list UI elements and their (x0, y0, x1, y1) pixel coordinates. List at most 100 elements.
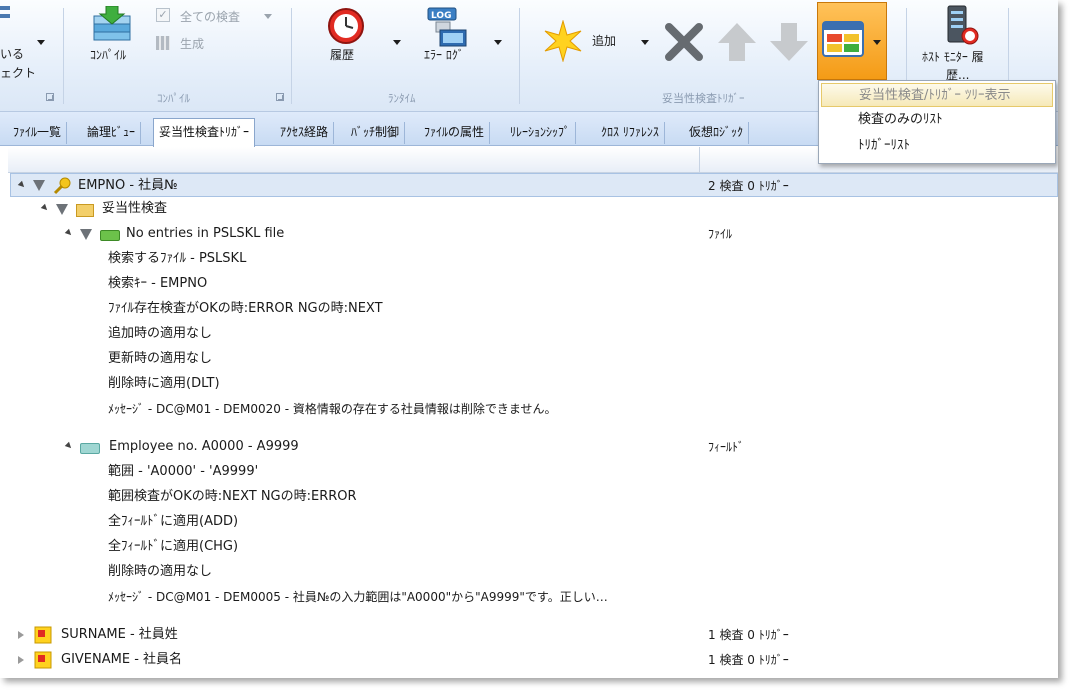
partial-icon (0, 6, 10, 30)
tree-type: ﾌｧｲﾙ (708, 227, 733, 241)
tree-label: Employee no. A0000 - A9999 (109, 439, 299, 454)
check-all-toggle[interactable]: ✓ 全ての検査 (156, 8, 276, 26)
teal-check-icon (80, 443, 100, 454)
group-launcher-icon[interactable] (46, 93, 54, 101)
menu-item-tree-view[interactable]: 妥当性検査/ﾄﾘｶﾞｰ ﾂﾘｰ表示 (821, 83, 1053, 107)
group-label-validation: 妥当性検査ﾄﾘｶﾞｰ (662, 92, 745, 105)
group-label-compile: ｺﾝﾊﾟｲﾙ (157, 92, 190, 105)
tree-summary: 1 検査 0 ﾄﾘｶﾞｰ (708, 653, 789, 667)
clock-icon (328, 8, 364, 44)
server-clock-icon (947, 5, 979, 45)
group-launcher-icon[interactable] (276, 93, 284, 101)
green-check-icon (100, 230, 120, 241)
detail-line: 追加時の適用なし (108, 326, 213, 341)
star-burst-icon (544, 20, 582, 62)
compile-button[interactable]: ｺﾝﾊﾟｲﾙ (84, 4, 140, 66)
move-up-arrow-icon[interactable] (716, 21, 758, 63)
tree-label: SURNAME - 社員姓 (61, 627, 178, 642)
expand-icon[interactable] (40, 203, 50, 213)
history-dropdown-arrow[interactable] (393, 40, 401, 45)
partial-button-label[interactable]: いる (0, 45, 24, 62)
tab-file-list[interactable]: ﾌｧｲﾙ一覧 (8, 122, 68, 144)
detail-line: 削除時の適用なし (108, 564, 213, 579)
host-monitor-history-button[interactable]: ﾎｽﾄ ﾓﾆﾀｰ 履 歴... (918, 4, 1002, 82)
error-log-label: ｴﾗｰ ﾛｸﾞ (424, 48, 464, 62)
check-all-dropdown-arrow[interactable] (264, 14, 272, 19)
field-trigger-icon (34, 626, 52, 644)
collapsed-icon[interactable] (18, 631, 24, 639)
tab-access-path[interactable]: ｱｸｾｽ経路 (275, 122, 335, 144)
tree-row-givename[interactable]: GIVENAME - 社員名 1 検査 0 ﾄﾘｶﾞｰ (14, 648, 1058, 672)
view-mode-button[interactable] (817, 2, 887, 80)
partial-button-label-2[interactable]: ェクト (0, 64, 36, 81)
history-button[interactable]: 履歴 (322, 4, 372, 66)
collapsed-icon[interactable] (18, 656, 24, 664)
detail-line: 全ﾌｨｰﾙﾄﾞに適用(ADD) (108, 514, 239, 529)
generate-button[interactable]: 生成 (156, 35, 226, 53)
tab-batch-control[interactable]: ﾊﾞｯﾁ制御 (346, 122, 406, 144)
tree-row-check-file[interactable]: No entries in PSLSKL file ﾌｧｲﾙ (64, 222, 1058, 246)
checkmark-icon: ✓ (156, 8, 170, 22)
key-icon (53, 177, 71, 195)
ribbon-separator (291, 8, 292, 104)
filter-icon (80, 229, 92, 240)
log-icon: LOG (427, 7, 467, 47)
delete-x-icon[interactable] (663, 21, 705, 63)
detail-line: ﾌｧｲﾙ存在検査がOKの時:ERROR NGの時:NEXT (108, 301, 383, 316)
tab-file-attributes[interactable]: ﾌｧｲﾙの属性 (419, 122, 491, 144)
tree-label: 妥当性検査 (102, 201, 168, 216)
group-label-runtime: ﾗﾝﾀｲﾑ (388, 92, 416, 105)
menu-item-checks-only[interactable]: 検査のみのﾘｽﾄ (821, 108, 1053, 132)
menu-item-trigger-list[interactable]: ﾄﾘｶﾞｰﾘｽﾄ (821, 134, 1053, 158)
tree-summary: 2 検査 0 ﾄﾘｶﾞｰ (708, 179, 789, 193)
detail-line: 範囲検査がOKの時:NEXT NGの時:ERROR (108, 489, 357, 504)
detail-line: 削除時に適用(DLT) (108, 376, 220, 391)
expand-icon[interactable] (64, 228, 74, 238)
tab-validation-trigger[interactable]: 妥当性検査ﾄﾘｶﾞｰ (153, 118, 256, 147)
tree-label: No entries in PSLSKL file (126, 226, 285, 241)
tree-label: GIVENAME - 社員名 (61, 652, 183, 667)
generate-label: 生成 (180, 37, 205, 51)
tab-cross-reference[interactable]: ｸﾛｽ ﾘﾌｧﾚﾝｽ (596, 122, 665, 144)
add-dropdown-arrow[interactable] (641, 40, 649, 45)
app-window: いる ェクト ｺﾝﾊﾟｲﾙ ✓ 全ての検査 生成 ｺﾝﾊﾟｲﾙ 履歴 LOG ｴ… (0, 0, 1058, 678)
expand-icon[interactable] (64, 441, 74, 451)
detail-line: 検索ｷｰ - EMPNO (108, 276, 208, 291)
detail-line: ﾒｯｾｰｼﾞ - DC@M01 - DEM0020 - 資格情報の存在する社員情… (108, 402, 557, 416)
tree-summary: 1 検査 0 ﾄﾘｶﾞｰ (708, 628, 789, 642)
folder-icon (76, 204, 94, 217)
host-monitor-label: ﾎｽﾄ ﾓﾆﾀｰ 履 (922, 50, 984, 64)
compile-icon (93, 6, 131, 41)
detail-line: 範囲 - 'A0000' - 'A9999' (108, 464, 259, 479)
grid-icon (156, 36, 170, 50)
detail-line: 全ﾌｨｰﾙﾄﾞに適用(CHG) (108, 539, 239, 554)
move-down-arrow-icon[interactable] (768, 21, 810, 63)
error-log-dropdown-arrow[interactable] (494, 40, 502, 45)
partial-dropdown-arrow[interactable] (37, 40, 45, 45)
check-all-label: 全ての検査 (180, 10, 241, 24)
tree-label: EMPNO - 社員№ (78, 178, 178, 193)
field-trigger-icon (34, 651, 52, 669)
add-button[interactable]: 追加 (542, 20, 636, 64)
tree-row-validation-folder[interactable]: 妥当性検査 (40, 197, 540, 221)
tree-row-check-field[interactable]: Employee no. A0000 - A9999 ﾌｨｰﾙﾄﾞ (64, 435, 1058, 459)
tab-logical-view[interactable]: 論理ﾋﾞｭｰ (82, 122, 142, 144)
ribbon-separator (519, 8, 520, 104)
tab-virtual-logic[interactable]: 仮想ﾛｼﾞｯｸ (684, 122, 750, 144)
detail-line: 更新時の適用なし (108, 351, 213, 366)
detail-line: ﾒｯｾｰｼﾞ - DC@M01 - DEM0005 - 社員№の入力範囲は"A0… (108, 590, 608, 604)
filter-icon (33, 180, 45, 191)
ribbon-separator (63, 8, 64, 104)
add-label: 追加 (592, 34, 617, 48)
column-separator[interactable] (699, 147, 700, 173)
compile-label: ｺﾝﾊﾟｲﾙ (90, 48, 127, 62)
log-badge: LOG (431, 11, 451, 21)
tree-type: ﾌｨｰﾙﾄﾞ (708, 440, 745, 454)
expand-icon[interactable] (17, 180, 27, 190)
view-mode-dropdown-arrow (873, 40, 881, 45)
error-log-button[interactable]: LOG ｴﾗｰ ﾛｸﾞ (422, 4, 482, 66)
tree-row-empno[interactable]: EMPNO - 社員№ 2 検査 0 ﾄﾘｶﾞｰ (10, 173, 1058, 197)
tree-row-surname[interactable]: SURNAME - 社員姓 1 検査 0 ﾄﾘｶﾞｰ (14, 623, 1058, 647)
tab-relationship[interactable]: ﾘﾚｰｼｮﾝｼｯﾌﾟ (505, 122, 577, 144)
view-mode-menu: 妥当性検査/ﾄﾘｶﾞｰ ﾂﾘｰ表示 検査のみのﾘｽﾄ ﾄﾘｶﾞｰﾘｽﾄ (818, 80, 1056, 164)
